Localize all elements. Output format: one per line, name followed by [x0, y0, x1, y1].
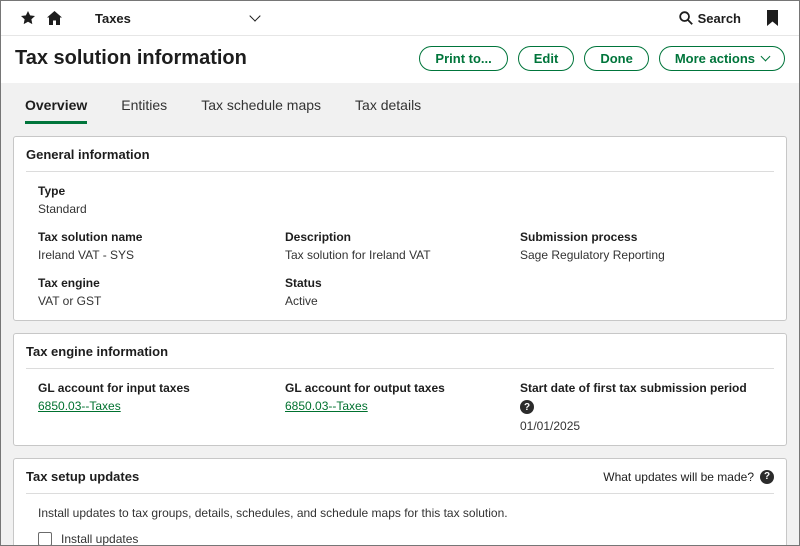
home-icon[interactable]	[41, 5, 67, 31]
chevron-down-icon	[760, 51, 771, 62]
more-actions-button[interactable]: More actions	[658, 46, 785, 71]
updates-help-text: What updates will be made?	[603, 469, 754, 484]
install-updates-label: Install updates	[61, 532, 139, 545]
done-button[interactable]: Done	[584, 46, 649, 71]
help-icon[interactable]: ?	[520, 400, 534, 414]
search-icon	[678, 11, 693, 25]
tax-solution-name-field: Tax solution name Ireland VAT - SYS	[38, 230, 275, 262]
page-title: Tax solution information	[15, 47, 247, 69]
setup-description: Install updates to tax groups, details, …	[38, 506, 508, 520]
type-label: Type	[38, 184, 66, 198]
divider	[26, 493, 774, 494]
submission-process-label: Submission process	[520, 230, 638, 244]
divider	[26, 368, 774, 369]
tab-bar: Overview Entities Tax schedule maps Tax …	[1, 83, 799, 124]
bookmark-icon[interactable]	[759, 5, 785, 31]
gl-output-taxes-label: GL account for output taxes	[285, 381, 445, 395]
tab-overview[interactable]: Overview	[25, 97, 88, 124]
submission-process-value: Sage Regulatory Reporting	[520, 248, 665, 262]
gl-output-taxes-field: GL account for output taxes 6850.03--Tax…	[285, 381, 510, 433]
description-value: Tax solution for Ireland VAT	[285, 248, 431, 262]
install-updates-checkbox[interactable]	[38, 532, 52, 545]
gl-output-taxes-link[interactable]: 6850.03--Taxes	[285, 399, 510, 413]
page-content: Overview Entities Tax schedule maps Tax …	[1, 83, 799, 545]
tax-solution-name-label: Tax solution name	[38, 230, 143, 244]
top-bar: Taxes Search	[1, 1, 799, 36]
tax-engine-information-fields: GL account for input taxes 6850.03--Taxe…	[26, 381, 774, 433]
app-window: Taxes Search Tax solution information Pr…	[0, 0, 800, 546]
tax-engine-information-title: Tax engine information	[26, 344, 169, 359]
tax-solution-name-value: Ireland VAT - SYS	[38, 248, 135, 262]
gl-input-taxes-field: GL account for input taxes 6850.03--Taxe…	[38, 381, 275, 433]
type-field: Type Standard	[38, 184, 275, 216]
start-date-label: Start date of first tax submission perio…	[520, 381, 747, 395]
install-updates-row: Install updates	[26, 532, 774, 545]
module-dropdown-label: Taxes	[95, 10, 131, 26]
tax-engine-information-header: Tax engine information	[26, 344, 774, 359]
topbar-right: Search	[678, 5, 785, 31]
description-field: Description Tax solution for Ireland VAT	[285, 230, 510, 262]
page-header: Tax solution information Print to... Edi…	[1, 36, 799, 83]
status-value: Active	[285, 294, 318, 308]
start-date-value: 01/01/2025	[520, 419, 581, 433]
status-field: Status Active	[285, 276, 510, 308]
search-button[interactable]: Search	[678, 10, 741, 26]
description-label: Description	[285, 230, 352, 244]
general-information-header: General information	[26, 147, 774, 162]
start-date-field: Start date of first tax submission perio…	[520, 381, 774, 433]
status-label: Status	[285, 276, 322, 290]
gl-input-taxes-label: GL account for input taxes	[38, 381, 190, 395]
tax-setup-updates-title: Tax setup updates	[26, 469, 140, 484]
tax-engine-information-card: Tax engine information GL account for in…	[13, 333, 787, 446]
tax-engine-field: Tax engine VAT or GST	[38, 276, 275, 308]
general-information-title: General information	[26, 147, 150, 162]
type-value: Standard	[38, 202, 87, 216]
header-actions: Print to... Edit Done More actions	[419, 46, 785, 71]
help-icon[interactable]: ?	[760, 469, 774, 484]
tab-tax-details[interactable]: Tax details	[355, 97, 421, 124]
updates-help-link[interactable]: What updates will be made? ?	[603, 469, 774, 484]
chevron-down-icon	[249, 10, 261, 22]
tax-engine-label: Tax engine	[38, 276, 100, 290]
tab-tax-schedule-maps[interactable]: Tax schedule maps	[201, 97, 321, 124]
search-label: Search	[697, 10, 741, 26]
edit-button[interactable]: Edit	[517, 46, 575, 71]
general-information-card: General information Type Standard Tax so…	[13, 136, 787, 321]
tax-setup-updates-header: Tax setup updates What updates will be m…	[26, 469, 774, 484]
more-actions-label: More actions	[674, 51, 755, 66]
tab-entities[interactable]: Entities	[121, 97, 167, 124]
print-to-button[interactable]: Print to...	[419, 46, 508, 71]
star-icon[interactable]	[15, 5, 41, 31]
tax-engine-value: VAT or GST	[38, 294, 102, 308]
module-dropdown[interactable]: Taxes	[95, 10, 261, 26]
gl-input-taxes-link[interactable]: 6850.03--Taxes	[38, 399, 275, 413]
general-information-fields: Type Standard Tax solution name Ireland …	[26, 184, 774, 308]
divider	[26, 171, 774, 172]
submission-process-field: Submission process Sage Regulatory Repor…	[520, 230, 774, 262]
tax-setup-updates-card: Tax setup updates What updates will be m…	[13, 458, 787, 545]
